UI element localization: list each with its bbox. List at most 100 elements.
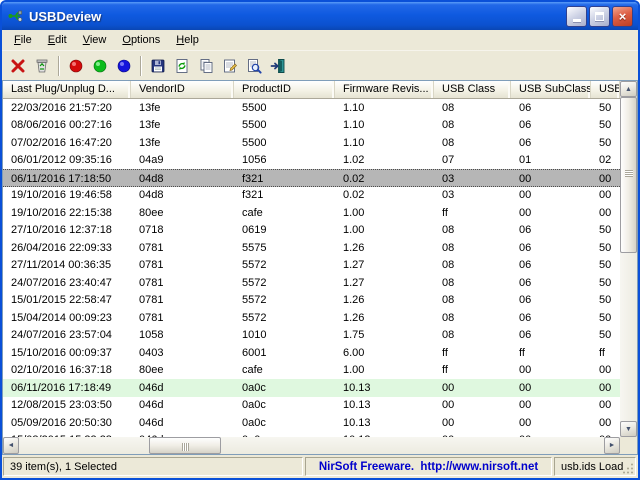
cell-last-plug-date: 15/04/2014 00:09:23	[3, 309, 131, 327]
horizontal-scrollbar: ◄ ►	[3, 437, 620, 454]
maximize-icon	[595, 12, 604, 21]
table-row[interactable]: 05/09/2016 20:50:30 046d 0a0c 10.13 00 0…	[3, 414, 620, 432]
cell-usb-protocol: 00	[591, 414, 620, 432]
column-header-usb-class[interactable]: USB Class	[434, 81, 511, 98]
column-header-product-id[interactable]: ProductID	[234, 81, 335, 98]
exit-icon	[269, 57, 287, 75]
find-button[interactable]	[242, 54, 266, 78]
title-bar[interactable]: USBDeview ×	[2, 2, 638, 30]
table-row[interactable]: 24/07/2016 23:40:47 0781 5572 1.27 08 06…	[3, 274, 620, 292]
cell-last-plug-date: 15/01/2015 22:58:47	[3, 292, 131, 310]
table-row[interactable]: 24/07/2016 23:57:04 1058 1010 1.75 08 06…	[3, 327, 620, 345]
refresh-button[interactable]	[170, 54, 194, 78]
table-row[interactable]: 27/10/2016 12:37:18 0718 0619 1.00 08 06…	[3, 222, 620, 240]
copy-button[interactable]	[194, 54, 218, 78]
table-row[interactable]: 12/08/2015 23:03:50 046d 0a0c 10.13 00 0…	[3, 397, 620, 415]
cell-usb-protocol: 00	[591, 379, 620, 397]
nirsoft-link[interactable]: NirSoft Freeware. http://www.nirsoft.net	[319, 461, 538, 473]
cell-product-id: 6001	[234, 344, 335, 362]
status-usbids-text: usb.ids Load	[561, 461, 623, 473]
horizontal-scroll-thumb[interactable]	[149, 437, 221, 454]
cell-firmware-revision: 1.26	[335, 239, 434, 257]
column-header-last-plug-date[interactable]: Last Plug/Unplug D...	[3, 81, 131, 98]
menu-help[interactable]: Help	[168, 32, 207, 48]
table-row[interactable]: 02/10/2016 16:37:18 80ee cafe 1.00 ff 00…	[3, 362, 620, 380]
cell-firmware-revision: 6.00	[335, 344, 434, 362]
column-header-firmware-revision[interactable]: Firmware Revis...	[335, 81, 434, 98]
menu-edit[interactable]: Edit	[40, 32, 75, 48]
cell-firmware-revision: 10.13	[335, 379, 434, 397]
table-row[interactable]: 06/11/2016 17:18:50 04d8 f321 0.02 03 00…	[3, 169, 620, 187]
maximize-button[interactable]	[589, 6, 610, 27]
cell-vendor-id: 80ee	[131, 204, 234, 222]
blue-ball-button[interactable]	[112, 54, 136, 78]
cell-product-id: 1056	[234, 152, 335, 170]
cell-vendor-id: 046d	[131, 414, 234, 432]
cell-last-plug-date: 06/11/2016 17:18:50	[3, 170, 131, 186]
minimize-icon	[573, 19, 581, 22]
resize-grip[interactable]	[622, 462, 634, 474]
cell-product-id: f321	[234, 170, 335, 186]
usbdeview-window: USBDeview × File Edit View Options Help	[0, 0, 640, 480]
scroll-up-button[interactable]: ▲	[620, 81, 637, 97]
cell-product-id: 1010	[234, 327, 335, 345]
vertical-scroll-thumb[interactable]	[620, 97, 637, 253]
close-button[interactable]: ×	[612, 6, 633, 27]
column-header-vendor-id[interactable]: VendorID	[131, 81, 234, 98]
device-list: Last Plug/Unplug D... VendorID ProductID…	[2, 80, 638, 455]
cell-vendor-id: 0781	[131, 239, 234, 257]
table-row[interactable]: 06/11/2016 17:18:49 046d 0a0c 10.13 00 0…	[3, 379, 620, 397]
blue-ball-icon	[116, 58, 132, 74]
scrollbar-corner	[620, 437, 637, 454]
properties-button[interactable]	[218, 54, 242, 78]
cell-last-plug-date: 24/07/2016 23:40:47	[3, 274, 131, 292]
green-ball-button[interactable]	[88, 54, 112, 78]
cell-usb-subclass: 00	[511, 170, 591, 186]
cell-product-id: 0a0c	[234, 379, 335, 397]
vertical-scroll-track[interactable]	[620, 97, 637, 421]
table-row[interactable]: 15/04/2014 00:09:23 0781 5572 1.26 08 06…	[3, 309, 620, 327]
cell-firmware-revision: 1.26	[335, 309, 434, 327]
cell-usb-class: 07	[434, 152, 511, 170]
table-row[interactable]: 08/06/2016 00:27:16 13fe 5500 1.10 08 06…	[3, 117, 620, 135]
save-button[interactable]	[146, 54, 170, 78]
cell-usb-class: 03	[434, 187, 511, 205]
scroll-down-button[interactable]: ▼	[620, 421, 637, 437]
scroll-left-button[interactable]: ◄	[3, 437, 19, 454]
scroll-right-button[interactable]: ►	[604, 437, 620, 454]
cell-usb-protocol: 00	[591, 187, 620, 205]
column-header-usb-protocol[interactable]: USB	[591, 81, 620, 98]
status-bar: 39 item(s), 1 Selected NirSoft Freeware.…	[2, 455, 638, 478]
table-row[interactable]: 27/11/2014 00:36:35 0781 5572 1.27 08 06…	[3, 257, 620, 275]
cell-last-plug-date: 05/09/2016 20:50:30	[3, 414, 131, 432]
red-ball-button[interactable]	[64, 54, 88, 78]
table-row[interactable]: 06/01/2012 09:35:16 04a9 1056 1.02 07 01…	[3, 152, 620, 170]
cell-usb-protocol: 50	[591, 99, 620, 117]
cell-last-plug-date: 27/10/2016 12:37:18	[3, 222, 131, 240]
uninstall-button[interactable]	[30, 54, 54, 78]
close-icon: ×	[619, 10, 627, 23]
column-header-usb-subclass[interactable]: USB SubClass	[511, 81, 591, 98]
table-row[interactable]: 22/03/2016 21:57:20 13fe 5500 1.10 08 06…	[3, 99, 620, 117]
table-row[interactable]: 19/10/2016 22:15:38 80ee cafe 1.00 ff 00…	[3, 204, 620, 222]
cell-product-id: 5500	[234, 117, 335, 135]
menu-view[interactable]: View	[75, 32, 115, 48]
cell-usb-protocol: 50	[591, 257, 620, 275]
menu-file[interactable]: File	[6, 32, 40, 48]
table-row[interactable]: 15/01/2015 22:58:47 0781 5572 1.26 08 06…	[3, 292, 620, 310]
minimize-button[interactable]	[566, 6, 587, 27]
table-row[interactable]: 15/10/2016 00:09:37 0403 6001 6.00 ff ff…	[3, 344, 620, 362]
horizontal-scroll-track[interactable]	[19, 437, 604, 454]
menu-options[interactable]: Options	[114, 32, 168, 48]
delete-button[interactable]	[6, 54, 30, 78]
table-row[interactable]: 19/10/2016 19:46:58 04d8 f321 0.02 03 00…	[3, 187, 620, 205]
cell-usb-subclass: 00	[511, 397, 591, 415]
cell-last-plug-date: 15/10/2016 00:09:37	[3, 344, 131, 362]
table-row[interactable]: 07/02/2016 16:47:20 13fe 5500 1.10 08 06…	[3, 134, 620, 152]
cell-usb-class: 08	[434, 239, 511, 257]
cell-last-plug-date: 24/07/2016 23:57:04	[3, 327, 131, 345]
table-row[interactable]: 26/04/2016 22:09:33 0781 5575 1.26 08 06…	[3, 239, 620, 257]
cell-usb-class: 08	[434, 117, 511, 135]
exit-button[interactable]	[266, 54, 290, 78]
cell-product-id: 5500	[234, 99, 335, 117]
